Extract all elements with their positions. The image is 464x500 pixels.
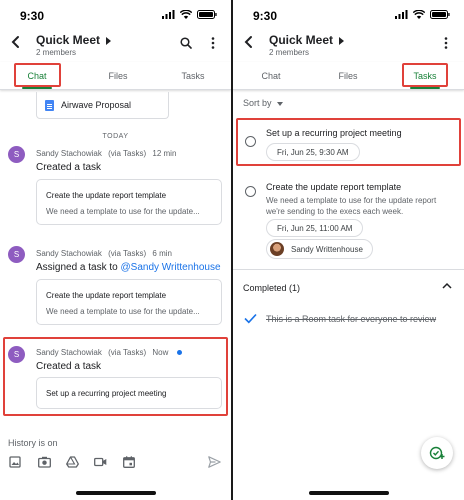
message-meta: Sandy Stachowiak (via Tasks) 12 min [36, 149, 176, 158]
section-divider [233, 269, 464, 270]
completed-section-header[interactable]: Completed (1) [243, 283, 300, 293]
message-meta: Sandy Stachowiak (via Tasks) 6 min [36, 249, 172, 258]
camera-icon[interactable] [38, 456, 51, 468]
highlight-box [236, 118, 461, 166]
send-icon[interactable] [208, 456, 221, 468]
cellular-signal-icon [162, 10, 175, 19]
more-vert-icon[interactable] [211, 37, 215, 49]
status-bar: 9:30 [0, 0, 231, 30]
room-title[interactable]: Quick Meet [36, 33, 112, 47]
status-time: 9:30 [253, 9, 278, 23]
assignee-chip[interactable]: Sandy Writtenhouse [266, 239, 373, 259]
google-drive-icon[interactable] [66, 456, 79, 468]
completed-task-title[interactable]: This is a Room task for everyone to revi… [266, 314, 436, 324]
avatar[interactable]: S [8, 146, 25, 163]
date-divider: TODAY [102, 133, 129, 140]
task-card[interactable]: Create the update report template We nee… [36, 279, 222, 325]
message-text: Created a task [36, 162, 102, 173]
calendar-icon[interactable] [123, 456, 135, 468]
member-count: 2 members [36, 48, 77, 57]
tab-files[interactable]: Files [325, 62, 371, 90]
message-time: 12 min [152, 149, 177, 158]
chevron-right-icon [339, 36, 345, 45]
task-card[interactable]: Create the update report template We nee… [36, 179, 222, 225]
sort-menu[interactable]: Sort by [243, 98, 283, 108]
message-text: Assigned a task to @Sandy Writtenhouse [36, 262, 221, 273]
wifi-icon [180, 10, 192, 19]
task-card-description: We need a template to use for the update… [46, 307, 200, 316]
sender-name: Sandy Stachowiak [36, 149, 102, 158]
cellular-signal-icon [395, 10, 408, 19]
chat-screen: 9:30 Quick Meet 2 members Chat Files Tas… [0, 0, 231, 500]
file-name: Airwave Proposal [61, 100, 132, 110]
sender-via: (via Tasks) [108, 249, 147, 258]
sender-via: (via Tasks) [108, 149, 147, 158]
tab-files[interactable]: Files [95, 62, 141, 90]
home-indicator[interactable] [75, 491, 156, 495]
add-task-icon [429, 446, 445, 460]
back-arrow-icon[interactable] [10, 35, 22, 49]
highlight-box [14, 63, 61, 87]
task-card-title: Create the update report template [46, 191, 167, 200]
dropdown-caret-icon [276, 101, 283, 106]
assignee-avatar [270, 242, 284, 256]
room-title[interactable]: Quick Meet [269, 33, 345, 47]
member-count: 2 members [269, 48, 310, 57]
app-header: Quick Meet 2 members [233, 30, 464, 62]
message-time: 6 min [152, 249, 172, 258]
more-vert-icon[interactable] [444, 37, 448, 49]
battery-icon [197, 10, 217, 19]
chevron-right-icon [106, 36, 112, 45]
wifi-icon [413, 10, 425, 19]
task-description: We need a template to use for the update… [266, 196, 437, 205]
status-bar: 9:30 [233, 0, 464, 30]
search-icon[interactable] [180, 37, 192, 49]
task-title: Create the update report template [266, 182, 402, 192]
video-icon[interactable] [94, 456, 107, 468]
home-indicator[interactable] [308, 491, 389, 495]
back-arrow-icon[interactable] [243, 35, 255, 49]
tab-indicator [22, 87, 52, 89]
assignee-name: Sandy Writtenhouse [291, 244, 363, 254]
google-docs-icon [45, 100, 54, 111]
avatar[interactable]: S [8, 246, 25, 263]
due-date-chip[interactable]: Fri, Jun 25, 11:00 AM [266, 219, 364, 237]
history-status: History is on [8, 438, 58, 448]
status-time: 9:30 [20, 9, 45, 23]
user-mention[interactable]: @Sandy Writtenhouse [121, 262, 221, 273]
composer-toolbar [0, 456, 231, 474]
task-description: we're sending to the execs each week. [266, 207, 404, 216]
tab-tasks[interactable]: Tasks [170, 62, 216, 90]
highlight-box [3, 337, 228, 416]
sender-name: Sandy Stachowiak [36, 249, 102, 258]
task-complete-radio[interactable] [245, 186, 256, 197]
app-header: Quick Meet 2 members [0, 30, 231, 62]
file-card[interactable]: Airwave Proposal [36, 92, 169, 119]
image-icon[interactable] [9, 456, 21, 468]
tab-chat[interactable]: Chat [248, 62, 294, 90]
task-card-title: Create the update report template [46, 291, 167, 300]
battery-icon [430, 10, 450, 19]
tasks-screen: 9:30 Quick Meet 2 members Chat Files Tas… [233, 0, 464, 500]
tab-indicator [410, 87, 440, 89]
checkmark-icon[interactable] [244, 313, 257, 324]
add-task-button[interactable] [421, 437, 453, 469]
chevron-up-icon[interactable] [442, 282, 452, 289]
highlight-box [402, 63, 448, 87]
task-card-description: We need a template to use for the update… [46, 207, 200, 216]
